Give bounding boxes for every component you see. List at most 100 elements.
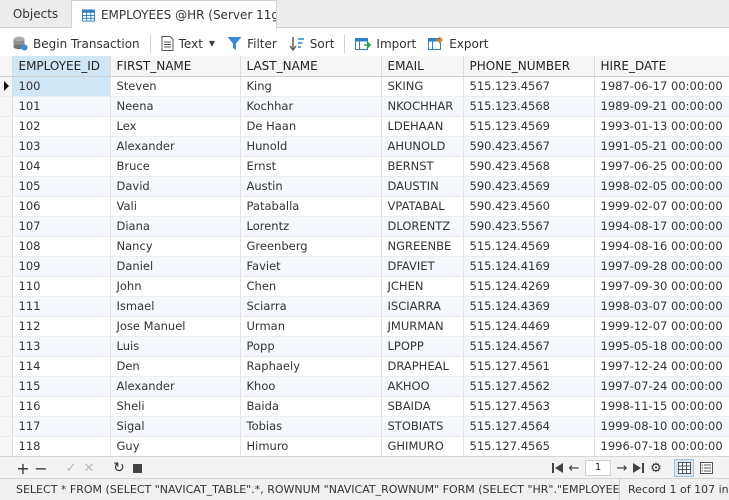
sort-button[interactable]: Sort <box>283 32 341 56</box>
cell-email[interactable]: BERNST <box>381 156 464 177</box>
settings-gear-icon[interactable]: ⚙ <box>648 457 664 479</box>
cell-email[interactable]: STOBIATS <box>381 416 464 437</box>
table-row[interactable]: 109 Daniel Faviet DFAVIET 515.124.4169 1997-0… <box>0 256 729 277</box>
cell-employee-id[interactable]: 117 <box>12 416 111 437</box>
table-row[interactable]: 103 Alexander Hunold AHUNOLD 590.423.4567 199… <box>0 136 729 157</box>
cell-employee-id[interactable]: 112 <box>12 316 111 337</box>
cell-hire-date[interactable]: 1993-01-13 00:00:00 <box>594 116 729 137</box>
cell-hire-date[interactable]: 1997-12-24 00:00:00 <box>594 356 729 377</box>
cell-first-name[interactable]: Sheli <box>110 396 241 417</box>
cell-email[interactable]: NGREENBE <box>381 236 464 257</box>
cell-last-name[interactable]: Baida <box>240 396 382 417</box>
form-view-button[interactable] <box>696 459 716 477</box>
cell-first-name[interactable]: Steven <box>110 76 241 97</box>
cell-phone-number[interactable]: 515.127.4562 <box>463 376 595 397</box>
table-row[interactable]: 116 Sheli Baida SBAIDA 515.127.4563 1998-11-1… <box>0 396 729 417</box>
table-row[interactable]: 112 Jose Manuel Urman JMURMAN 515.124.4469 19… <box>0 316 729 337</box>
discard-changes-icon[interactable]: ✕ <box>80 457 98 479</box>
cell-last-name[interactable]: Urman <box>240 316 382 337</box>
cell-hire-date[interactable]: 1996-07-18 00:00:00 <box>594 436 729 456</box>
table-row[interactable]: 115 Alexander Khoo AKHOO 515.127.4562 1997-07… <box>0 376 729 397</box>
cell-first-name[interactable]: Jose Manuel <box>110 316 241 337</box>
row-indicator[interactable] <box>0 176 13 197</box>
cell-first-name[interactable]: Ismael <box>110 296 241 317</box>
chevron-down-icon[interactable]: ▼ <box>209 39 215 48</box>
cell-employee-id[interactable]: 102 <box>12 116 111 137</box>
cell-first-name[interactable]: Vali <box>110 196 241 217</box>
cell-email[interactable]: LPOPP <box>381 336 464 357</box>
cell-last-name[interactable]: Faviet <box>240 256 382 277</box>
cell-hire-date[interactable]: 1997-06-25 00:00:00 <box>594 156 729 177</box>
cell-hire-date[interactable]: 1991-05-21 00:00:00 <box>594 136 729 157</box>
cell-email[interactable]: AKHOO <box>381 376 464 397</box>
table-row[interactable]: 100 Steven King SKING 515.123.4567 1987-06-17… <box>0 76 729 97</box>
cell-phone-number[interactable]: 515.123.4567 <box>463 76 595 97</box>
cell-employee-id[interactable]: 118 <box>12 436 111 456</box>
cell-first-name[interactable]: Alexander <box>110 376 241 397</box>
cell-last-name[interactable]: Ernst <box>240 156 382 177</box>
table-row[interactable]: 104 Bruce Ernst BERNST 590.423.4568 1997-06-2… <box>0 156 729 177</box>
add-record-icon[interactable]: + <box>14 457 32 479</box>
cell-email[interactable]: SKING <box>381 76 464 97</box>
cell-last-name[interactable]: Sciarra <box>240 296 382 317</box>
cell-first-name[interactable]: Daniel <box>110 256 241 277</box>
column-header-first-name[interactable]: FIRST_NAME <box>110 56 241 77</box>
cell-last-name[interactable]: Hunold <box>240 136 382 157</box>
cell-phone-number[interactable]: 515.127.4561 <box>463 356 595 377</box>
row-indicator[interactable] <box>0 416 13 437</box>
cell-last-name[interactable]: Popp <box>240 336 382 357</box>
table-row[interactable]: 110 John Chen JCHEN 515.124.4269 1997-09-30 0… <box>0 276 729 297</box>
row-indicator[interactable] <box>0 216 13 237</box>
next-page-icon[interactable]: → <box>614 457 630 479</box>
table-row[interactable]: 117 Sigal Tobias STOBIATS 515.127.4564 1999-0… <box>0 416 729 437</box>
row-indicator[interactable] <box>0 256 13 277</box>
cell-first-name[interactable]: Alexander <box>110 136 241 157</box>
row-indicator[interactable] <box>0 336 13 357</box>
row-indicator[interactable] <box>0 296 13 317</box>
cell-hire-date[interactable]: 1995-05-18 00:00:00 <box>594 336 729 357</box>
cell-hire-date[interactable]: 1994-08-16 00:00:00 <box>594 236 729 257</box>
cell-last-name[interactable]: Greenberg <box>240 236 382 257</box>
cell-phone-number[interactable]: 590.423.4560 <box>463 196 595 217</box>
cell-email[interactable]: JMURMAN <box>381 316 464 337</box>
text-view-button[interactable]: Text ▼ <box>155 32 221 56</box>
cell-hire-date[interactable]: 1997-09-28 00:00:00 <box>594 256 729 277</box>
cell-hire-date[interactable]: 1999-08-10 00:00:00 <box>594 416 729 437</box>
table-row[interactable]: 111 Ismael Sciarra ISCIARRA 515.124.4369 1998… <box>0 296 729 317</box>
cell-phone-number[interactable]: 590.423.4567 <box>463 136 595 157</box>
cell-employee-id[interactable]: 116 <box>12 396 111 417</box>
cell-employee-id[interactable]: 100 <box>12 76 111 97</box>
cell-email[interactable]: AHUNOLD <box>381 136 464 157</box>
cell-phone-number[interactable]: 515.124.4269 <box>463 276 595 297</box>
cell-employee-id[interactable]: 113 <box>12 336 111 357</box>
cell-employee-id[interactable]: 109 <box>12 256 111 277</box>
cell-employee-id[interactable]: 101 <box>12 96 111 117</box>
cell-hire-date[interactable]: 1998-11-15 00:00:00 <box>594 396 729 417</box>
cell-last-name[interactable]: Tobias <box>240 416 382 437</box>
stop-icon[interactable] <box>128 457 146 479</box>
column-header-last-name[interactable]: LAST_NAME <box>240 56 382 77</box>
table-row[interactable]: 101 Neena Kochhar NKOCHHAR 515.123.4568 1989-… <box>0 96 729 117</box>
cell-phone-number[interactable]: 515.124.4569 <box>463 236 595 257</box>
cell-phone-number[interactable]: 515.123.4569 <box>463 116 595 137</box>
table-row[interactable]: 106 Vali Pataballa VPATABAL 590.423.4560 1999… <box>0 196 729 217</box>
table-row[interactable]: 107 Diana Lorentz DLORENTZ 590.423.5567 1994-… <box>0 216 729 237</box>
cell-last-name[interactable]: Raphaely <box>240 356 382 377</box>
cell-employee-id[interactable]: 104 <box>12 156 111 177</box>
import-button[interactable]: Import <box>349 32 422 56</box>
cell-hire-date[interactable]: 1998-02-05 00:00:00 <box>594 176 729 197</box>
row-indicator[interactable] <box>0 396 13 417</box>
table-row[interactable]: 105 David Austin DAUSTIN 590.423.4569 1998-02… <box>0 176 729 197</box>
cell-employee-id[interactable]: 114 <box>12 356 111 377</box>
cell-employee-id[interactable]: 107 <box>12 216 111 237</box>
row-indicator[interactable] <box>0 316 13 337</box>
cell-employee-id[interactable]: 110 <box>12 276 111 297</box>
cell-email[interactable]: SBAIDA <box>381 396 464 417</box>
cell-phone-number[interactable]: 515.123.4568 <box>463 96 595 117</box>
delete-record-icon[interactable]: − <box>32 457 50 479</box>
tab-employees-table[interactable]: EMPLOYEES @HR (Server 11g... <box>72 0 277 29</box>
cell-employee-id[interactable]: 103 <box>12 136 111 157</box>
cell-email[interactable]: DAUSTIN <box>381 176 464 197</box>
export-button[interactable]: Export <box>422 32 494 56</box>
row-indicator[interactable] <box>0 376 13 397</box>
